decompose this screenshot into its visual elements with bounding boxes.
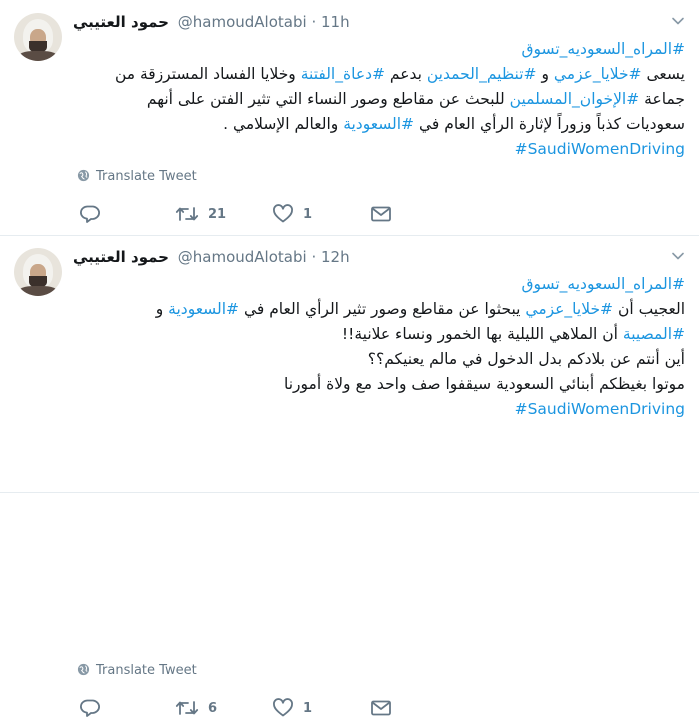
hashtag-link[interactable]: #خلايا_عزمي [554,65,642,83]
tweet-text-line: #SaudiWomenDriving [73,137,685,162]
retweet-count: 6 [208,700,218,716]
tweet-text-line: يسعى #خلايا_عزمي و #تنظيم_الحمدين بدعم #… [73,62,685,87]
separator-dot: · [311,248,317,266]
like-button[interactable]: 1 [272,697,312,719]
hashtag-link[interactable]: #السعودية [168,300,239,318]
heart-icon [272,698,294,718]
tweet-time[interactable]: 11h [321,13,350,31]
tweet-text: #المراه_السعوديه_تسوق العجيب أن #خلايا_عز… [73,272,685,422]
like-count: 1 [303,206,313,222]
tweet-text-segment: أن الملاهي الليلية بها الخمور ونساء علان… [341,325,623,343]
tweet-text-segment: وخلايا الفساد المسترزقة من [114,65,301,83]
tweet-text-segment: يسعى [641,65,685,83]
tweet-text-line: سعوديات كذباً وزوراً لإثارة الرأي العام … [73,112,685,137]
globe-icon [77,663,90,682]
tweet-text-segment: موتوا بغيظكم أبنائي السعودية سيقفوا صف و… [284,375,685,393]
tweet-text-segment: جماعة [639,90,685,108]
tweet-text-line: #SaudiWomenDriving [73,397,685,422]
heart-icon [272,204,294,224]
tweet-text-segment: بدعم [384,65,427,83]
translate-label: Translate Tweet [96,169,197,184]
reply-icon [80,698,102,718]
hashtag-link[interactable]: #السعودية [343,115,414,133]
retweet-icon [175,698,199,718]
reply-button[interactable] [80,203,102,225]
tweet-text-segment: العجيب أن [613,300,685,318]
tweet-text-segment: للبحث عن مقاطع وصور النساء التي تثير الف… [146,90,510,108]
author-name[interactable]: حمود العتيبي [73,248,169,266]
author-handle[interactable]: @hamoudAlotabi [178,13,307,31]
translate-tweet-link[interactable]: Translate Tweet [77,168,197,186]
like-button[interactable]: 1 [272,203,312,225]
tweet-text-line: أين أنتم عن بلادكم بدل الدخول في مالم يع… [73,347,685,372]
translate-tweet-link[interactable]: Translate Tweet [77,662,197,680]
tweet-text-segment: يبحثوا عن مقاطع وصور تثير الرأي العام في [239,300,526,318]
chevron-down-icon[interactable] [671,249,685,263]
tweet-text-line: موتوا بغيظكم أبنائي السعودية سيقفوا صف و… [73,372,685,397]
tweet-time[interactable]: 12h [321,248,350,266]
like-count: 1 [303,700,313,716]
tweet-text-line: جماعة #الإخوان_المسلمين للبحث عن مقاطع و… [73,87,685,112]
hashtag-link[interactable]: #SaudiWomenDriving [515,140,685,158]
translate-label: Translate Tweet [96,663,197,678]
tweet[interactable]: حمود العتيبي @hamoudAlotabi · 11h #المرا… [0,0,699,236]
tweet-header: حمود العتيبي @hamoudAlotabi · 11h [73,12,350,32]
retweet-button[interactable]: 6 [175,697,217,719]
retweet-icon [175,204,199,224]
direct-message-button[interactable] [370,697,392,719]
tweet-text-segment: أين أنتم عن بلادكم بدل الدخول في مالم يع… [367,350,685,368]
hashtag-link[interactable]: #المصيبة [623,325,685,343]
tweet-text-line: #المراه_السعوديه_تسوق [73,272,686,297]
tweet-text-line: العجيب أن #خلايا_عزمي يبحثوا عن مقاطع وص… [73,297,685,322]
separator-dot: · [311,13,317,31]
avatar[interactable] [14,13,62,61]
retweet-button[interactable]: 21 [175,203,226,225]
tweet-header: حمود العتيبي @hamoudAlotabi · 12h [73,247,350,267]
tweet-text-line: #المراه_السعوديه_تسوق [73,37,686,62]
retweet-count: 21 [208,206,227,222]
hashtag-link[interactable]: #المراه_السعوديه_تسوق [522,275,686,293]
hashtag-link[interactable]: #دعاة_الفتنة [301,65,385,83]
chevron-down-icon[interactable] [671,14,685,28]
author-handle[interactable]: @hamoudAlotabi [178,248,307,266]
hashtag-link[interactable]: #تنظيم_الحمدين [427,65,537,83]
tweet-text-segment: سعوديات كذباً وزوراً لإثارة الرأي العام … [414,115,685,133]
tweet-text-segment: والعالم الإسلامي . [223,115,344,133]
tweet-feed: حمود العتيبي @hamoudAlotabi · 11h #المرا… [0,0,699,717]
tweet-text-segment: و [155,300,169,318]
hashtag-link[interactable]: #المراه_السعوديه_تسوق [522,40,686,58]
hashtag-link[interactable]: #الإخوان_المسلمين [510,90,640,108]
reply-icon [80,204,102,224]
tweet-text-line: #المصيبة أن الملاهي الليلية بها الخمور و… [73,322,685,347]
author-name[interactable]: حمود العتيبي [73,13,169,31]
tweet-text: #المراه_السعوديه_تسوق يسعى #خلايا_عزمي و … [73,37,685,162]
reply-button[interactable] [80,697,102,719]
hashtag-link[interactable]: #خلايا_عزمي [525,300,613,318]
avatar[interactable] [14,248,62,296]
envelope-icon [370,204,392,224]
tweet-text-segment: و [536,65,554,83]
direct-message-button[interactable] [370,203,392,225]
envelope-icon [370,698,392,718]
globe-icon [77,169,90,188]
hashtag-link[interactable]: #SaudiWomenDriving [515,400,685,418]
tweet[interactable]: حمود العتيبي @hamoudAlotabi · 12h #المرا… [0,236,699,717]
